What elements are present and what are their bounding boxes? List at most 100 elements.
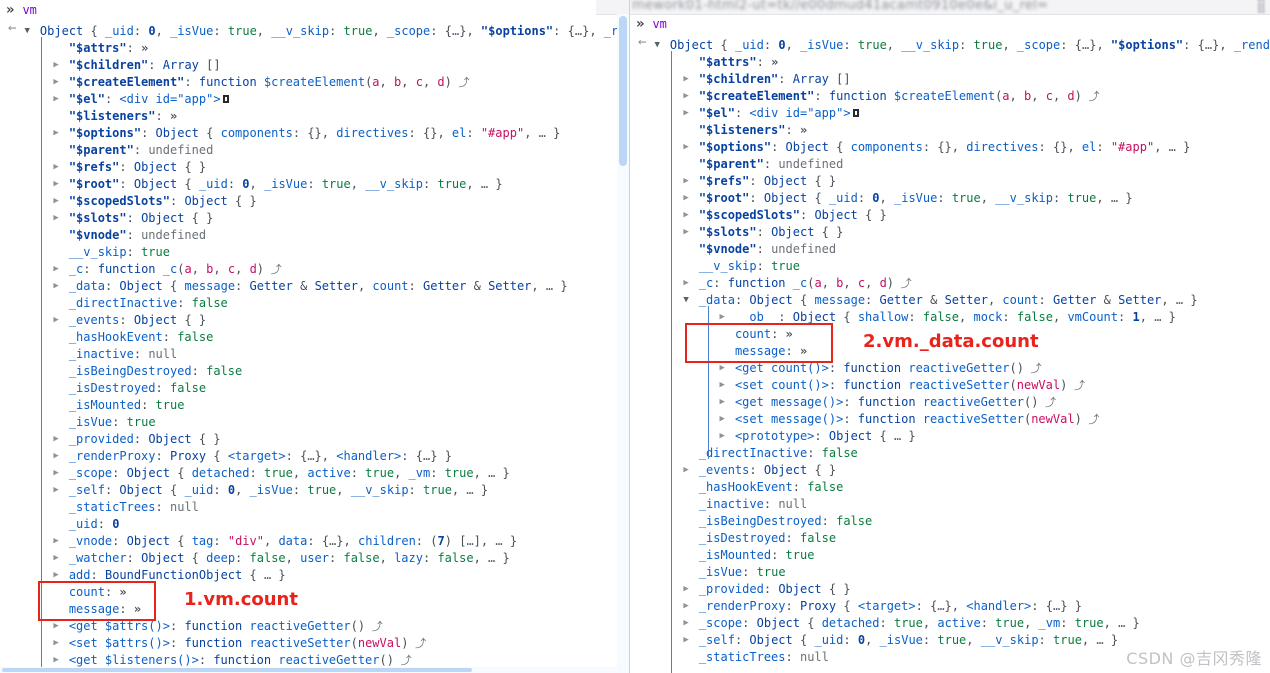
object-tree-row[interactable]: ▶ _isDestroyed: false — [630, 530, 1270, 547]
object-tree-row[interactable]: ▶ _isBeingDestroyed: false — [0, 363, 629, 380]
expand-arrow-icon[interactable]: ▶ — [681, 224, 692, 241]
object-tree-row[interactable]: ▶ <set $attrs()>: function reactiveSette… — [0, 635, 629, 652]
expand-arrow-icon[interactable]: ▶ — [51, 431, 62, 448]
jump-to-definition-icon[interactable]: ⤴ — [408, 637, 426, 650]
object-tree-row[interactable]: ▶ _isMounted: true — [0, 397, 629, 414]
expand-arrow-icon[interactable]: ▶ — [681, 462, 692, 479]
object-tree-row[interactable]: ▶ <set message()>: function reactiveSett… — [630, 411, 1270, 428]
expand-arrow-icon[interactable]: ▶ — [681, 139, 692, 156]
expand-arrow-icon[interactable]: ▶ — [51, 176, 62, 193]
expand-arrow-icon[interactable]: ▶ — [717, 428, 728, 445]
expand-arrow-icon[interactable]: ▶ — [51, 74, 62, 91]
expand-arrow-icon[interactable]: ▶ — [51, 278, 62, 295]
object-tree-row[interactable]: ▶ "$vnode": undefined — [630, 241, 1270, 258]
object-tree-row[interactable]: ▶ "$vnode": undefined — [0, 227, 629, 244]
object-tree-row[interactable]: ▶ _isDestroyed: false — [0, 380, 629, 397]
object-tree-row[interactable]: ▶ <get count()>: function reactiveGetter… — [630, 360, 1270, 377]
collapse-arrow-icon[interactable]: ▼ — [681, 292, 692, 309]
object-tree-row[interactable]: ▶ _renderProxy: Proxy { <target>: {…}, <… — [0, 448, 629, 465]
object-tree-row[interactable]: ▶ <prototype>: Object { … } — [630, 428, 1270, 445]
object-tree-row[interactable]: ▶ "$refs": Object { } — [630, 173, 1270, 190]
object-tree-row[interactable]: ▶ _scope: Object { detached: true, activ… — [0, 465, 629, 482]
expand-arrow-icon[interactable]: ▶ — [681, 581, 692, 598]
object-tree-row[interactable]: ▶ "$attrs": » — [0, 40, 629, 57]
object-tree-row[interactable]: ▶ __v_skip: true — [630, 258, 1270, 275]
object-tree-row[interactable]: ▶ <get $attrs()>: function reactiveGette… — [0, 618, 629, 635]
object-tree-row[interactable]: ▶ "$options": Object { components: {}, d… — [630, 139, 1270, 156]
expand-arrow-icon[interactable]: ▶ — [717, 411, 728, 428]
expand-arrow-icon[interactable]: ▶ — [681, 190, 692, 207]
left-hscrollbar-thumb[interactable] — [2, 668, 472, 672]
expand-arrow-icon[interactable]: ▶ — [717, 394, 728, 411]
object-tree-row[interactable]: ▶ count: » — [0, 584, 629, 601]
expand-arrow-icon[interactable]: ▶ — [51, 312, 62, 329]
object-tree-row[interactable]: ▶ "$root": Object { _uid: 0, _isVue: tru… — [630, 190, 1270, 207]
collapse-arrow-icon[interactable]: ▼ — [22, 23, 33, 40]
object-tree-row[interactable]: ▶ <set count()>: function reactiveSetter… — [630, 377, 1270, 394]
expand-arrow-icon[interactable]: ▶ — [51, 125, 62, 142]
expand-arrow-icon[interactable]: ▶ — [681, 207, 692, 224]
expand-arrow-icon[interactable]: ▶ — [717, 377, 728, 394]
object-tree-row[interactable]: ▶ _watcher: Object { deep: false, user: … — [0, 550, 629, 567]
object-tree-row[interactable]: ▶ "$children": Array [] — [630, 71, 1270, 88]
expand-arrow-icon[interactable]: ▶ — [51, 567, 62, 584]
object-tree-row[interactable]: ▶ _self: Object { _uid: 0, _isVue: true,… — [0, 482, 629, 499]
object-tree-row[interactable]: ▶ _data: Object { message: Getter & Sett… — [0, 278, 629, 295]
expand-arrow-icon[interactable]: ▶ — [681, 275, 692, 292]
object-tree-row[interactable]: ▶ _directInactive: false — [0, 295, 629, 312]
expand-arrow-icon[interactable]: ▶ — [717, 360, 728, 377]
object-tree-row[interactable]: ▶ "$parent": undefined — [630, 156, 1270, 173]
object-tree-row[interactable]: ▶ add: BoundFunctionObject { … } — [0, 567, 629, 584]
object-tree-row[interactable]: ▶ "$el": <div id="app"> — [630, 105, 1270, 122]
object-tree-row[interactable]: ▶ _directInactive: false — [630, 445, 1270, 462]
expand-arrow-icon[interactable]: ▶ — [51, 210, 62, 227]
object-tree-row[interactable]: ▶ _hasHookEvent: false — [0, 329, 629, 346]
jump-to-definition-icon[interactable]: ⤴ — [264, 263, 282, 276]
expand-arrow-icon[interactable]: ▶ — [51, 533, 62, 550]
object-tree-row[interactable]: ▶ "$scopedSlots": Object { } — [0, 193, 629, 210]
expand-arrow-icon[interactable]: ▶ — [681, 615, 692, 632]
expand-arrow-icon[interactable]: ▶ — [51, 57, 62, 74]
jump-to-definition-icon[interactable]: ⤴ — [1082, 413, 1099, 426]
object-tree-row[interactable]: ▶ _hasHookEvent: false — [630, 479, 1270, 496]
object-tree-row[interactable]: ▶ _inactive: null — [0, 346, 629, 363]
expand-arrow-icon[interactable]: ▶ — [51, 465, 62, 482]
object-tree-row[interactable]: ▶ _inactive: null — [630, 496, 1270, 513]
object-tree-row[interactable]: ▶ "$options": Object { components: {}, d… — [0, 125, 629, 142]
object-tree-row[interactable]: ▶ _isVue: true — [0, 414, 629, 431]
expand-arrow-icon[interactable]: ▶ — [51, 193, 62, 210]
jump-to-definition-icon[interactable]: ⤴ — [1038, 396, 1056, 409]
left-horizontal-scrollbar[interactable] — [0, 667, 629, 673]
object-tree-row[interactable]: ▶ _staticTrees: null — [0, 499, 629, 516]
object-tree-row[interactable]: ▶ _c: function _c(a, b, c, d) ⤴ — [630, 275, 1270, 292]
object-tree-row[interactable]: ▶ _c: function _c(a, b, c, d) ⤴ — [0, 261, 629, 278]
object-tree-row[interactable]: ▶ "$refs": Object { } — [0, 159, 629, 176]
expand-arrow-icon[interactable]: ▶ — [51, 618, 62, 635]
right-console-prompt-row[interactable]: » vm — [630, 14, 1270, 34]
expand-arrow-icon[interactable]: ▶ — [51, 448, 62, 465]
console-input-text[interactable]: vm — [22, 3, 36, 17]
object-tree-row[interactable]: ▶ "$slots": Object { } — [630, 224, 1270, 241]
object-tree-row[interactable]: ▶ "$listeners": » — [0, 108, 629, 125]
expand-arrow-icon[interactable]: ▶ — [681, 632, 692, 649]
object-tree-header-row[interactable]: ▼ Object { _uid: 0, _isVue: true, __v_sk… — [630, 37, 1270, 54]
object-tree-row[interactable]: ▶ _isVue: true — [630, 564, 1270, 581]
left-scrollbar-thumb[interactable] — [619, 16, 627, 166]
expand-arrow-icon[interactable]: ▶ — [681, 105, 692, 122]
object-tree-row[interactable]: ▶ _renderProxy: Proxy { <target>: {…}, <… — [630, 598, 1270, 615]
jump-to-definition-icon[interactable]: ⤴ — [394, 654, 412, 667]
object-tree-row[interactable]: ▶ "$scopedSlots": Object { } — [630, 207, 1270, 224]
jump-to-definition-icon[interactable]: ⤴ — [894, 277, 912, 290]
expand-arrow-icon[interactable]: ▶ — [717, 309, 728, 326]
object-tree-row[interactable]: ▶ _provided: Object { } — [0, 431, 629, 448]
object-tree-row[interactable]: ▶ "$root": Object { _uid: 0, _isVue: tru… — [0, 176, 629, 193]
inspect-node-icon[interactable] — [221, 94, 231, 104]
left-console-prompt-row[interactable]: » vm — [0, 0, 629, 20]
left-object-tree[interactable]: ▼ Object { _uid: 0, _isVue: true, __v_sk… — [0, 20, 629, 673]
object-tree-row[interactable]: ▶ <get message()>: function reactiveGett… — [630, 394, 1270, 411]
object-tree-row[interactable]: ▶ __ob__: Object { shallow: false, mock:… — [630, 309, 1270, 326]
object-tree-row[interactable]: ▶ "$createElement": function $createElem… — [0, 74, 629, 91]
inspect-node-icon[interactable] — [851, 108, 861, 118]
expand-arrow-icon[interactable]: ▶ — [51, 482, 62, 499]
expand-arrow-icon[interactable]: ▶ — [681, 71, 692, 88]
